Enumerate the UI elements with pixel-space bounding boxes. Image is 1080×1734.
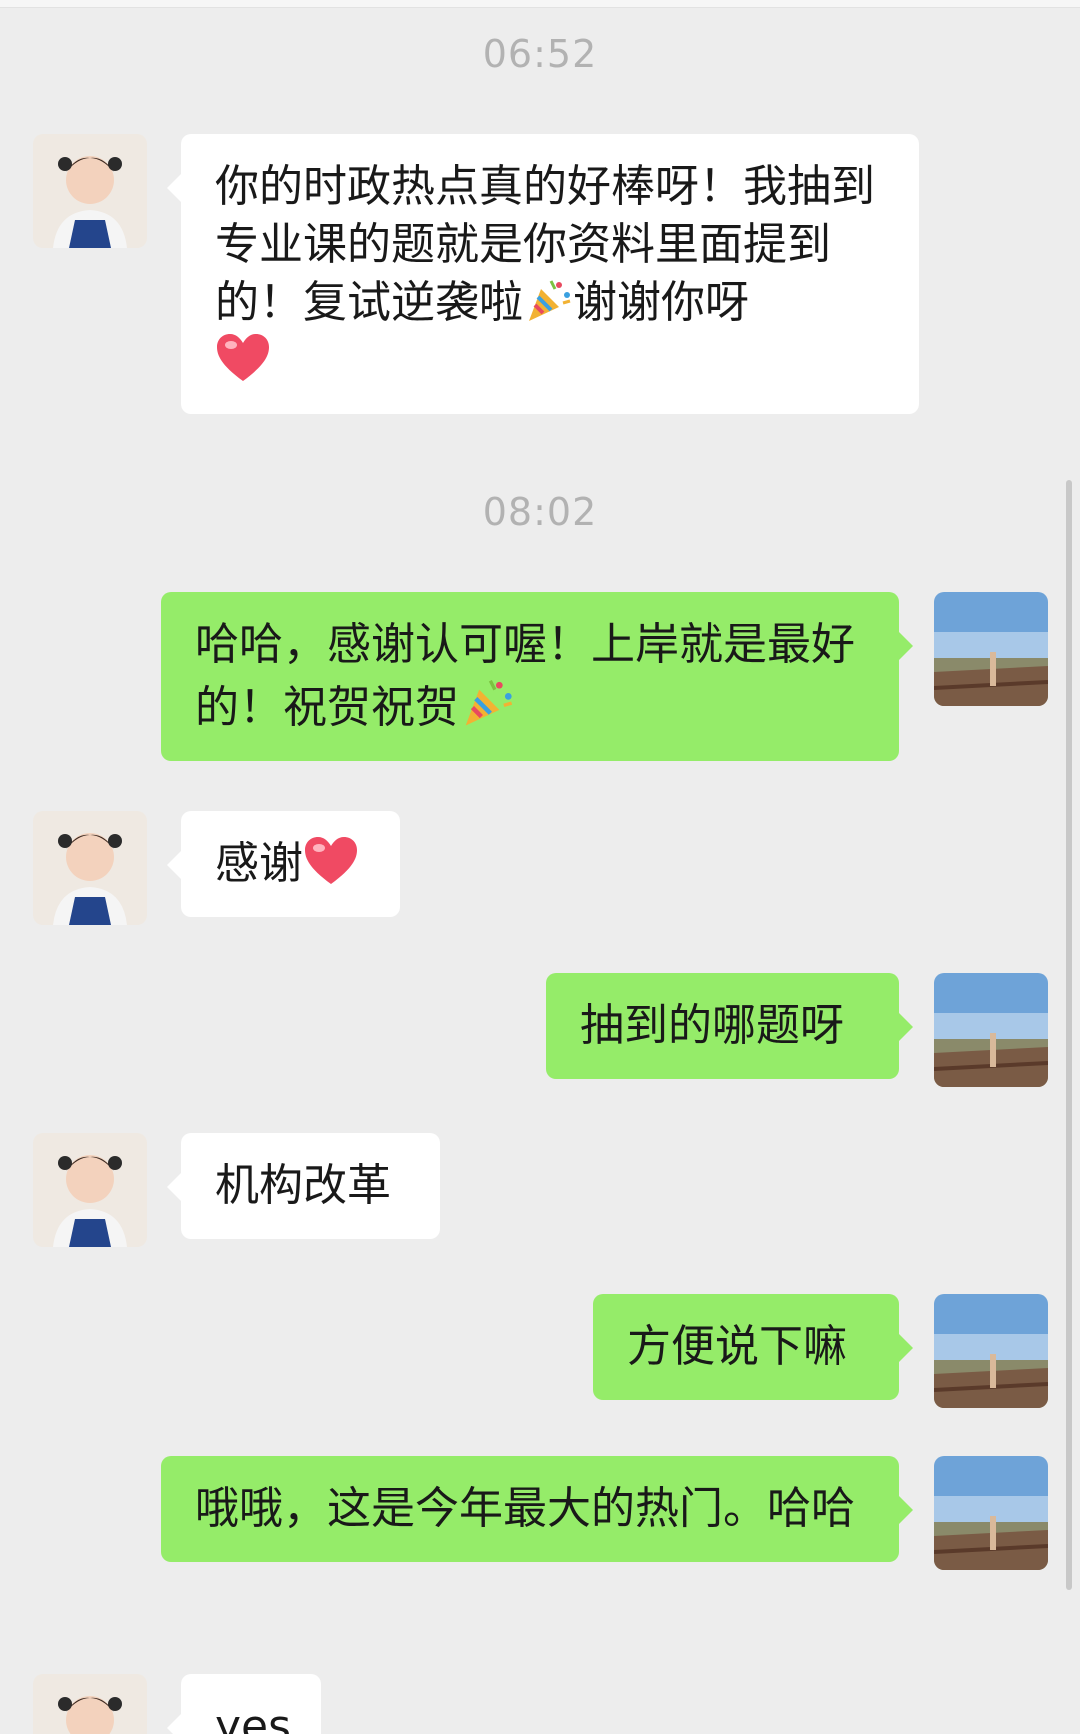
my-avatar[interactable] bbox=[934, 973, 1048, 1087]
message-bubble-incoming[interactable]: 感谢 bbox=[167, 811, 400, 917]
message-text: 方便说下嘛 bbox=[627, 1321, 847, 1372]
message-text: 抽到的哪题呀 bbox=[580, 1000, 844, 1051]
my-avatar[interactable] bbox=[934, 592, 1048, 706]
my-avatar[interactable] bbox=[934, 1294, 1048, 1408]
heart-icon bbox=[303, 836, 359, 886]
contact-avatar[interactable] bbox=[33, 811, 147, 925]
message-text: 感谢 bbox=[215, 838, 303, 889]
message-text: 哈哈，感谢认可喔！上岸就是最好的！祝贺祝贺 bbox=[195, 619, 855, 733]
chat-screen: 06:52 你的时政热点真的好棒呀！我抽到专业课的题就是你资料里面提到的！复试逆… bbox=[0, 0, 1080, 1734]
message-bubble-incoming[interactable]: 机构改革 bbox=[167, 1133, 440, 1239]
heart-icon bbox=[215, 333, 271, 383]
message-bubble-incoming[interactable]: yes bbox=[167, 1674, 321, 1734]
timestamp: 08:02 bbox=[482, 490, 598, 534]
contact-avatar[interactable] bbox=[33, 134, 147, 248]
message-bubble-outgoing[interactable]: 哈哈，感谢认可喔！上岸就是最好的！祝贺祝贺 bbox=[161, 592, 913, 761]
top-divider bbox=[0, 0, 1080, 8]
contact-avatar[interactable] bbox=[33, 1674, 147, 1734]
message-text: 哦哦，这是今年最大的热门。哈哈 bbox=[195, 1483, 855, 1534]
message-text: 机构改革 bbox=[215, 1160, 391, 1211]
message-text-end: 谢谢你呀 bbox=[573, 277, 749, 328]
message-bubble-outgoing[interactable]: 抽到的哪题呀 bbox=[546, 973, 913, 1079]
message-bubble-incoming[interactable]: 你的时政热点真的好棒呀！我抽到专业课的题就是你资料里面提到的！复试逆袭啦 谢谢你呀 bbox=[167, 134, 919, 414]
message-text: yes bbox=[215, 1701, 292, 1734]
party-popper-icon bbox=[459, 674, 515, 730]
timestamp: 06:52 bbox=[482, 32, 598, 76]
party-popper-icon bbox=[523, 275, 573, 325]
message-bubble-outgoing[interactable]: 方便说下嘛 bbox=[593, 1294, 913, 1400]
my-avatar[interactable] bbox=[934, 1456, 1048, 1570]
scrollbar[interactable] bbox=[1066, 480, 1072, 1590]
message-bubble-outgoing[interactable]: 哦哦，这是今年最大的热门。哈哈 bbox=[161, 1456, 913, 1562]
contact-avatar[interactable] bbox=[33, 1133, 147, 1247]
